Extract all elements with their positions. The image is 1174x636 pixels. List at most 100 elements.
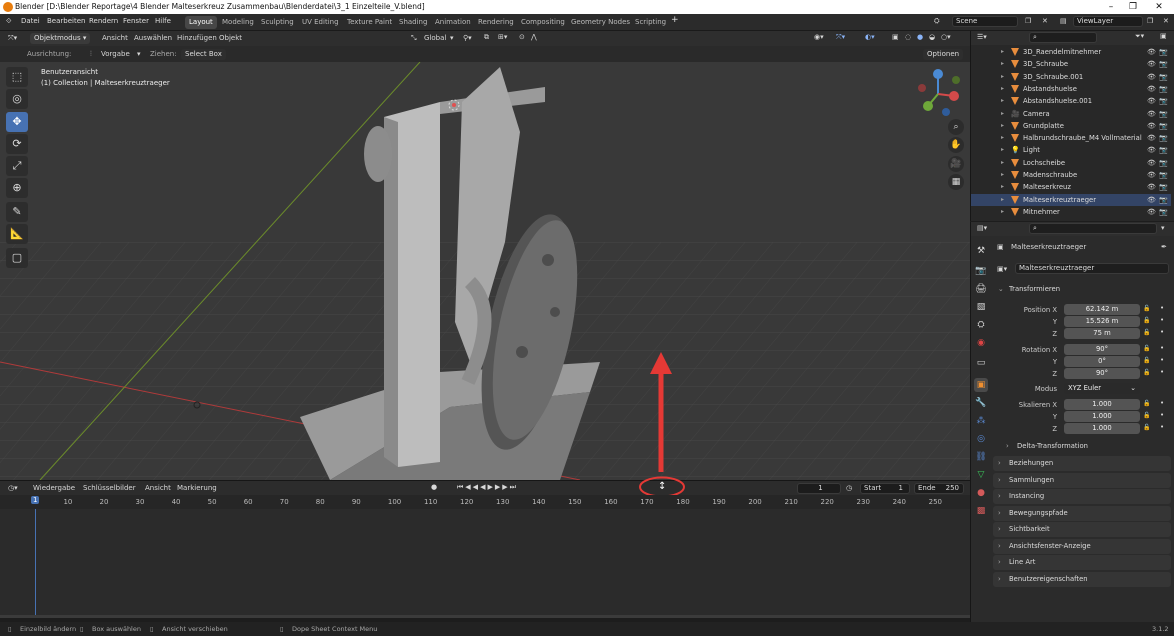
rotate-tool-icon[interactable]: ⟳ (6, 134, 28, 154)
pivot-icon[interactable]: ⚲▾ (463, 34, 472, 42)
expand-arrow-icon[interactable]: ▸ (1001, 181, 1004, 193)
expand-arrow-icon[interactable]: ▸ (1001, 83, 1004, 95)
record-icon[interactable]: ● (431, 483, 437, 491)
solid-shading-icon[interactable]: ● (917, 33, 923, 41)
panel-collapsed[interactable]: › Sammlungen (993, 472, 1171, 488)
timeline-area[interactable]: 1 10 20 30 40 50 60 70 80 90 100 110 120 130 140 150 160… (0, 495, 970, 618)
menu-wiedergabe[interactable]: Wiedergabe (33, 484, 75, 492)
expand-arrow-icon[interactable]: ▸ (1001, 132, 1004, 144)
tool-tab-icon[interactable]: ⚒ (974, 244, 988, 258)
visibility-eye-icon[interactable]: 👁 (1147, 108, 1156, 120)
object-tab-icon[interactable]: ▣ (974, 378, 988, 392)
outliner-item[interactable]: ▸ Abstandshuelse.001 👁 📷 (971, 95, 1171, 107)
expand-arrow-icon[interactable]: ▸ (1001, 169, 1004, 181)
rotation-x-field[interactable]: 90° (1064, 344, 1140, 355)
tab-scripting[interactable]: Scripting (631, 16, 670, 29)
visibility-eye-icon[interactable]: 👁 (1147, 157, 1156, 169)
outliner-item[interactable]: ▸ Halbrundschraube_M4 Vollmaterial 👁 📷 (971, 132, 1171, 144)
frame-ruler[interactable]: 1 10 20 30 40 50 60 70 80 90 100 110 120 130 140 150 160… (0, 495, 970, 509)
render-camera-icon[interactable]: 📷 (1159, 132, 1168, 144)
outliner-item[interactable]: ▸ Malteserkreuz 👁 📷 (971, 181, 1171, 193)
lock-icon[interactable]: 🔓 (1143, 317, 1150, 324)
rendered-shading-icon[interactable]: ○▾ (941, 33, 951, 41)
current-frame-field[interactable]: 1 (797, 483, 841, 494)
panel-collapsed[interactable]: › Benutzereigenschaften (993, 571, 1171, 587)
render-camera-icon[interactable]: 📷 (1159, 108, 1168, 120)
keyframe-dot-icon[interactable]: • (1160, 399, 1164, 407)
render-camera-icon[interactable]: 📷 (1159, 46, 1168, 58)
properties-search-input[interactable]: ⌕ (1029, 223, 1157, 234)
expand-arrow-icon[interactable]: ▸ (1001, 144, 1004, 156)
panel-collapsed[interactable]: › Bewegungspfade (993, 505, 1171, 521)
minimize-icon[interactable]: – (1100, 0, 1122, 14)
expand-arrow-icon[interactable]: ▸ (1001, 194, 1004, 206)
menu-fenster[interactable]: Fenster (123, 17, 149, 25)
lock-icon[interactable]: 🔓 (1143, 400, 1150, 407)
render-camera-icon[interactable]: 📷 (1159, 194, 1168, 206)
xray-icon[interactable]: ▣ (892, 33, 899, 41)
new-collection-icon[interactable]: ▣ (1160, 32, 1167, 40)
outliner-item[interactable]: ▸ Lochscheibe 👁 📷 (971, 157, 1171, 169)
scale-tool-icon[interactable]: ⤢ (6, 156, 28, 176)
orientation-icon[interactable]: ⤡ (411, 34, 417, 43)
expand-arrow-icon[interactable]: ▸ (1001, 108, 1004, 120)
maximize-icon[interactable]: ❐ (1122, 0, 1144, 14)
lock-icon[interactable]: 🔓 (1143, 305, 1150, 312)
expand-arrow-icon[interactable]: ▸ (1001, 46, 1004, 58)
keyframe-dot-icon[interactable]: • (1160, 328, 1164, 336)
keyframe-dot-icon[interactable]: • (1160, 411, 1164, 419)
expand-arrow-icon[interactable]: ▸ (1001, 157, 1004, 169)
keyframe-dot-icon[interactable]: • (1160, 316, 1164, 324)
render-camera-icon[interactable]: 📷 (1159, 120, 1168, 132)
object-name-field[interactable]: Malteserkreuztraeger (1015, 263, 1169, 274)
render-camera-icon[interactable]: 📷 (1159, 169, 1168, 181)
zoom-icon[interactable]: ⌕ (948, 119, 964, 135)
ausrichtung-select[interactable]: Vorgabe (101, 50, 130, 58)
visibility-eye-icon[interactable]: 👁 (1147, 95, 1156, 107)
menu-hinzufuegen[interactable]: Hinzufügen (177, 34, 217, 42)
outliner-item[interactable]: ▸ Mitnehmer 👁 📷 (971, 206, 1171, 218)
annotate-tool-icon[interactable]: ✎ (6, 202, 28, 222)
add-workspace-icon[interactable]: + (671, 15, 679, 25)
transform-tool-icon[interactable]: ⊕ (6, 178, 28, 198)
outliner-item[interactable]: ▸ Grundplatte 👁 📷 (971, 120, 1171, 132)
menu-ansicht[interactable]: Ansicht (102, 34, 128, 42)
outliner-item[interactable]: ▸ Abstandshuelse 👁 📷 (971, 83, 1171, 95)
navigation-gizmo[interactable] (910, 66, 970, 126)
clock-icon[interactable]: ◷ (846, 484, 852, 492)
menu-schluesselbilder[interactable]: Schlüsselbilder (83, 484, 136, 492)
panel-delta-transform[interactable]: › Delta-Transformation (1001, 439, 1171, 454)
tab-uv-editing[interactable]: UV Editing (298, 16, 343, 29)
panel-transform[interactable]: ⌄ Transformieren (993, 282, 1171, 297)
menu-markierung[interactable]: Markierung (177, 484, 217, 492)
world-tab-icon[interactable]: ◉ (974, 336, 988, 350)
menu-rendern[interactable]: Rendern (89, 17, 118, 25)
viewlayer-copy-icon[interactable]: ❐ (1147, 17, 1153, 25)
expand-arrow-icon[interactable]: ▸ (1001, 120, 1004, 132)
wireframe-shading-icon[interactable]: ◌ (905, 33, 911, 41)
menu-bearbeiten[interactable]: Bearbeiten (47, 17, 85, 25)
lock-icon[interactable]: 🔓 (1143, 369, 1150, 376)
outliner-editor-icon[interactable]: ☰▾ (977, 33, 987, 41)
modifier-tab-icon[interactable]: 🔧 (974, 396, 988, 410)
keyframe-dot-icon[interactable]: • (1160, 344, 1164, 352)
snap-target-icon[interactable]: ⊞▾ (498, 33, 507, 41)
expand-arrow-icon[interactable]: ▸ (1001, 58, 1004, 70)
snap-icon[interactable]: ⧉ (484, 33, 489, 42)
physics-tab-icon[interactable]: ◎ (974, 432, 988, 446)
move-tool-icon[interactable]: ✥ (6, 112, 28, 132)
rotation-z-field[interactable]: 90° (1064, 368, 1140, 379)
ausrichtung-chevron-icon[interactable]: ▾ (137, 50, 141, 58)
outliner-item[interactable]: ▸ 💡 Light 👁 📷 (971, 144, 1171, 156)
render-camera-icon[interactable]: 📷 (1159, 58, 1168, 70)
pan-hand-icon[interactable]: ✋ (948, 137, 964, 153)
outliner-item[interactable]: ▸ Madenschraube 👁 📷 (971, 169, 1171, 181)
orientation-select[interactable]: Global (424, 34, 446, 42)
keyframe-dot-icon[interactable]: • (1160, 356, 1164, 364)
viewlayer-icon[interactable]: ▤ (1060, 17, 1067, 25)
measure-tool-icon[interactable]: 📐 (6, 224, 28, 244)
render-camera-icon[interactable]: 📷 (1159, 206, 1168, 218)
tab-geometry-nodes[interactable]: Geometry Nodes (567, 16, 634, 29)
visibility-eye-icon[interactable]: 👁 (1147, 58, 1156, 70)
render-camera-icon[interactable]: 📷 (1159, 144, 1168, 156)
